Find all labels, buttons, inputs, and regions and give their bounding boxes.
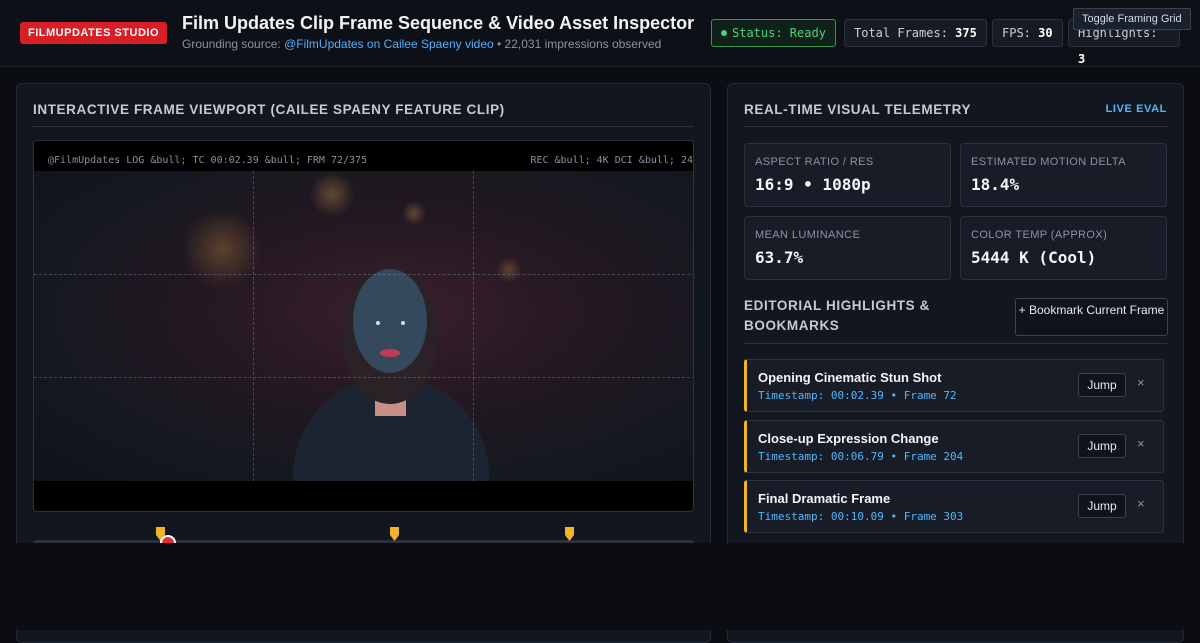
status-text: Status: Ready <box>732 26 826 40</box>
subtitle-prefix: Grounding source: <box>182 37 285 51</box>
fps-pill: FPS: 30 <box>992 19 1063 47</box>
page-title: Film Updates Clip Frame Sequence & Video… <box>182 13 695 33</box>
page-mask <box>0 543 1200 630</box>
source-link[interactable]: @FilmUpdates on Cailee Spaeny video <box>284 37 494 51</box>
overlay-timecode: @FilmUpdates LOG &bull; TC 00:02.39 &bul… <box>48 155 368 166</box>
bookmark-marker-icon[interactable] <box>565 527 574 541</box>
live-eval-badge: LIVE EVAL <box>1105 103 1167 115</box>
viewport-overlay: @FilmUpdates LOG &bull; TC 00:02.39 &bul… <box>34 141 693 171</box>
telemetry-card-luminance: Mean Luminance 63.7% <box>744 216 951 280</box>
status-badge: Status: Ready <box>711 19 836 47</box>
close-icon[interactable]: × <box>1137 375 1145 390</box>
brand-badge: FILMUPDATES STUDIO <box>20 22 168 44</box>
framing-grid-line <box>34 377 693 378</box>
viewport-title: Interactive Frame Viewport (Cailee Spaen… <box>33 102 505 117</box>
card-value: 5444 K (Cool) <box>971 248 1097 267</box>
toggle-framing-grid-button[interactable]: Toggle Framing Grid <box>1073 8 1191 30</box>
video-frame <box>34 171 693 481</box>
bookmark-current-frame-button[interactable]: + Bookmark Current Frame <box>1015 298 1168 336</box>
highlights-value: 3 <box>1078 52 1086 66</box>
total-frames-label: Total Frames: <box>854 26 948 40</box>
divider <box>744 343 1167 344</box>
page-subtitle: Grounding source: @FilmUpdates on Cailee… <box>182 37 661 51</box>
card-label: Aspect Ratio / Res <box>755 156 874 168</box>
telemetry-title: Real-Time Visual Telemetry <box>744 102 972 117</box>
framing-grid-line <box>34 274 693 275</box>
card-label: Color Temp (Approx) <box>971 229 1108 241</box>
highlight-name: Final Dramatic Frame <box>758 491 891 506</box>
highlights-title: Editorial Highlights & Bookmarks <box>744 298 930 333</box>
card-label: Estimated Motion Delta <box>971 156 1126 168</box>
total-frames-pill: Total Frames: 375 <box>844 19 987 47</box>
card-value: 16:9 • 1080p <box>755 175 871 194</box>
highlight-item[interactable]: Final Dramatic Frame Timestamp: 00:10.09… <box>744 480 1164 533</box>
subject-figure <box>293 268 489 481</box>
jump-button[interactable]: Jump <box>1078 494 1126 518</box>
total-frames-value: 375 <box>955 26 977 40</box>
telemetry-card-motion: Estimated Motion Delta 18.4% <box>960 143 1167 207</box>
close-icon[interactable]: × <box>1137 436 1145 451</box>
framing-grid-line <box>473 171 474 481</box>
card-value: 18.4% <box>971 175 1020 194</box>
jump-button[interactable]: Jump <box>1078 373 1126 397</box>
fps-label: FPS: <box>1002 26 1031 40</box>
highlight-timestamp: Timestamp: 00:06.79 • Frame 204 <box>758 450 964 463</box>
app-header: FILMUPDATES STUDIO Film Updates Clip Fra… <box>0 0 1200 67</box>
overlay-rec-info: REC &bull; 4K DCI &bull; 24 <box>530 155 693 166</box>
divider <box>744 126 1167 127</box>
highlight-timestamp: Timestamp: 00:02.39 • Frame 72 <box>758 389 957 402</box>
telemetry-card-aspect: Aspect Ratio / Res 16:9 • 1080p <box>744 143 951 207</box>
telemetry-card-color-temp: Color Temp (Approx) 5444 K (Cool) <box>960 216 1167 280</box>
card-value: 63.7% <box>755 248 804 267</box>
fps-value: 30 <box>1038 26 1053 40</box>
divider <box>33 126 694 127</box>
highlight-name: Opening Cinematic Stun Shot <box>758 370 942 385</box>
frame-viewport[interactable]: @FilmUpdates LOG &bull; TC 00:02.39 &bul… <box>33 140 694 512</box>
subtitle-suffix: • 22,031 impressions observed <box>493 37 662 51</box>
bookmark-marker-icon[interactable] <box>390 527 399 541</box>
framing-grid-line <box>253 171 254 481</box>
close-icon[interactable]: × <box>1137 496 1145 511</box>
jump-button[interactable]: Jump <box>1078 434 1126 458</box>
highlight-name: Close-up Expression Change <box>758 431 939 446</box>
highlight-item[interactable]: Close-up Expression Change Timestamp: 00… <box>744 420 1164 473</box>
highlight-item[interactable]: Opening Cinematic Stun Shot Timestamp: 0… <box>744 359 1164 412</box>
status-dot-icon <box>721 30 727 36</box>
highlight-timestamp: Timestamp: 00:10.09 • Frame 303 <box>758 510 964 523</box>
card-label: Mean Luminance <box>755 229 861 241</box>
